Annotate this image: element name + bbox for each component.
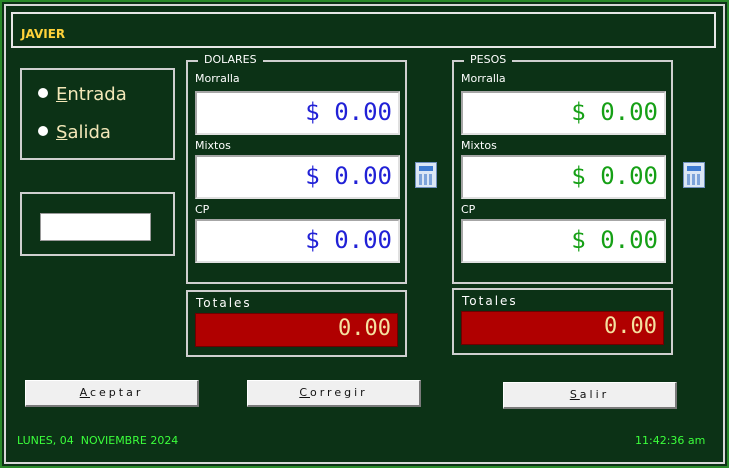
main-window: JAVIER Entrada Salida DOLARES Morralla $… <box>0 0 729 468</box>
dolares-cp-label: CP <box>195 203 210 216</box>
dolares-cp-field[interactable]: $ 0.00 <box>195 219 400 263</box>
pesos-mixtos-label: Mixtos <box>461 139 497 152</box>
input-frame <box>20 192 175 256</box>
radio-icon <box>38 126 48 136</box>
pesos-totales-label: Totales <box>462 294 518 308</box>
pesos-mixtos-field[interactable]: $ 0.00 <box>461 155 666 199</box>
dolares-morralla-field[interactable]: $ 0.00 <box>195 91 400 135</box>
window-title: JAVIER <box>21 27 66 41</box>
pesos-totales-group: Totales 0.00 <box>452 288 673 355</box>
dolares-morralla-label: Morralla <box>195 72 240 85</box>
text-input[interactable] <box>40 213 151 241</box>
dolares-totales-group: Totales 0.00 <box>186 290 407 357</box>
pesos-morralla-label: Morralla <box>461 72 506 85</box>
status-date: LUNES, 04 NOVIEMBRE 2024 <box>17 434 179 447</box>
pesos-title: PESOS <box>464 53 513 66</box>
mode-radio-group: Entrada Salida <box>20 68 175 160</box>
pesos-group: PESOS Morralla $ 0.00 Mixtos $ 0.00 CP $… <box>452 53 673 284</box>
pesos-cp-label: CP <box>461 203 476 216</box>
dolares-mixtos-field[interactable]: $ 0.00 <box>195 155 400 199</box>
calculator-icon[interactable] <box>683 162 705 188</box>
dolares-mixtos-label: Mixtos <box>195 139 231 152</box>
dolares-totales-label: Totales <box>196 296 252 310</box>
corregir-button[interactable]: Corregir <box>247 380 421 407</box>
salida-radio[interactable]: Salida <box>38 122 111 143</box>
pesos-morralla-field[interactable]: $ 0.00 <box>461 91 666 135</box>
status-time: 11:42:36 am <box>635 434 706 447</box>
aceptar-button[interactable]: Aceptar <box>25 380 199 407</box>
title-bar: JAVIER <box>11 12 716 48</box>
dolares-group: DOLARES Morralla $ 0.00 Mixtos $ 0.00 CP… <box>186 53 407 284</box>
entrada-radio[interactable]: Entrada <box>38 84 127 105</box>
pesos-cp-field[interactable]: $ 0.00 <box>461 219 666 263</box>
calculator-icon[interactable] <box>415 162 437 188</box>
salir-button[interactable]: Salir <box>503 382 677 409</box>
radio-icon <box>38 88 48 98</box>
dolares-totales-value: 0.00 <box>195 313 398 347</box>
pesos-totales-value: 0.00 <box>461 311 664 345</box>
dolares-title: DOLARES <box>198 53 263 66</box>
